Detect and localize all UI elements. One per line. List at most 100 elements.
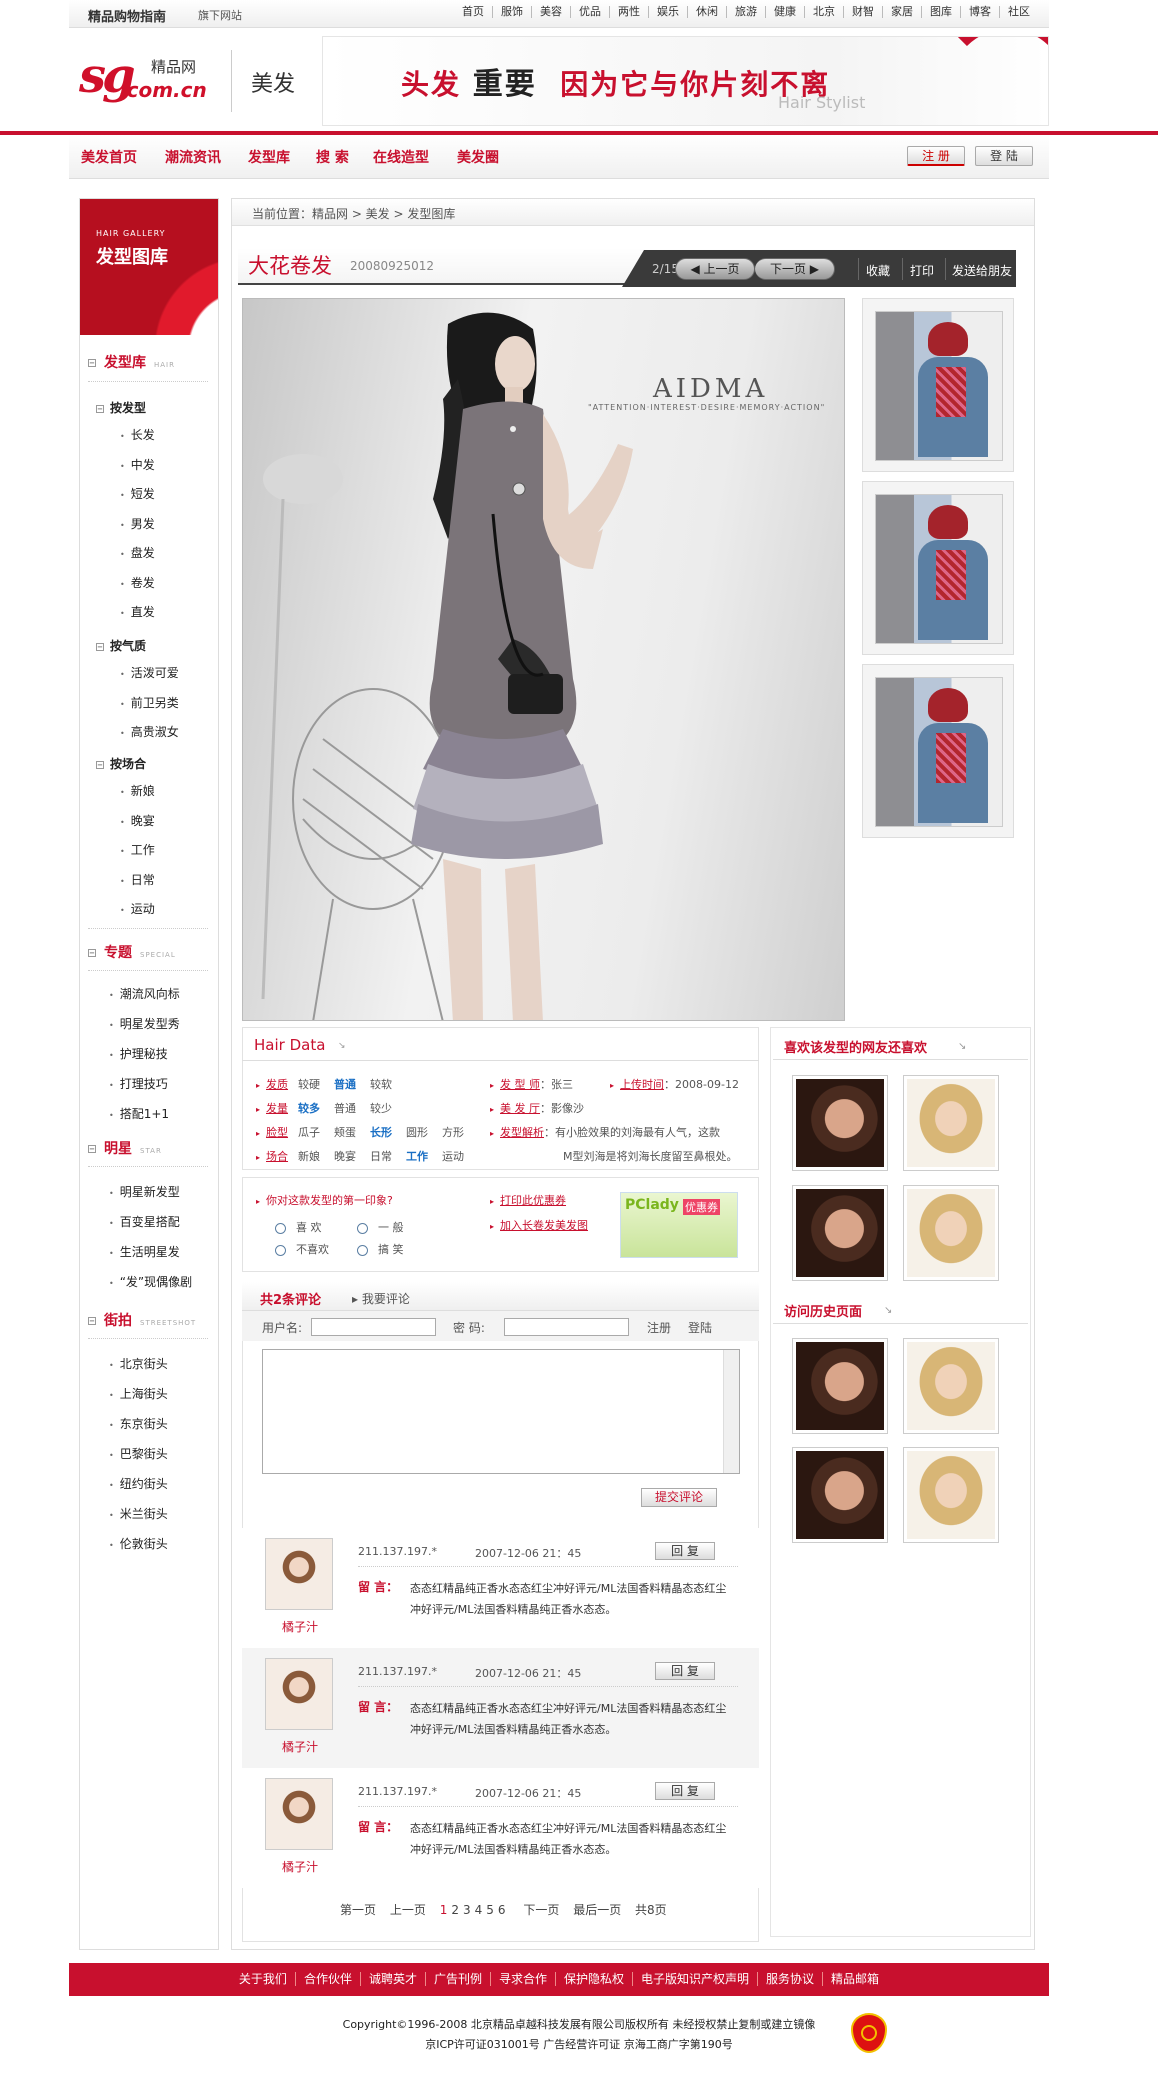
prev-page-link[interactable]: 上一页 — [390, 1903, 426, 1917]
sidebar-link[interactable]: 短发 — [120, 485, 155, 502]
collapse-icon[interactable]: − — [88, 1145, 96, 1153]
sidebar-link[interactable]: 东京街头 — [109, 1415, 168, 1432]
hair-data-option[interactable]: 普通 — [334, 1078, 356, 1091]
favorite-action[interactable]: 收藏 — [866, 262, 890, 279]
hair-data-option[interactable]: 较硬 — [298, 1078, 320, 1091]
hair-data-option[interactable]: 颊蛋 — [334, 1126, 356, 1139]
also-like-photo-4[interactable] — [903, 1185, 999, 1281]
sidebar-section-street[interactable]: − 街拍 STREETSHOT — [88, 1310, 196, 1330]
footer-link[interactable]: 电子版知识产权声明 — [632, 1972, 758, 1986]
sidebar-link[interactable]: 上海街头 — [109, 1385, 168, 1402]
hair-data-option[interactable]: 日常 — [370, 1150, 392, 1163]
write-comment-tab[interactable]: ▸ 我要评论 — [352, 1290, 410, 1307]
hair-data-key[interactable]: 场合 — [266, 1150, 288, 1163]
next-page-button[interactable]: 下一页 ▶ — [755, 258, 835, 280]
radio-button[interactable] — [357, 1222, 368, 1234]
sidebar-link[interactable]: 明星发型秀 — [109, 1015, 180, 1032]
footer-link[interactable]: 寻求合作 — [489, 1972, 555, 1986]
top-nav-item[interactable]: 两性 — [609, 6, 648, 18]
top-nav-item[interactable]: 图库 — [921, 6, 960, 18]
nav-item-online-styling[interactable]: 在线造型 — [373, 147, 429, 167]
hair-data-option[interactable]: 方形 — [442, 1126, 464, 1139]
top-nav-item[interactable]: 娱乐 — [648, 6, 687, 18]
hair-data-option[interactable]: 较软 — [370, 1078, 392, 1091]
hair-data-option[interactable]: 新娘 — [298, 1150, 320, 1163]
sidebar-link[interactable]: 北京街头 — [109, 1355, 168, 1372]
last-page-link[interactable]: 最后一页 — [573, 1903, 621, 1917]
hair-data-option[interactable]: 瓜子 — [298, 1126, 320, 1139]
brand-logo-small[interactable]: 精品购物指南 — [88, 6, 166, 25]
commenter-avatar[interactable] — [265, 1538, 333, 1610]
history-photo-1[interactable] — [792, 1338, 888, 1434]
sidebar-link[interactable]: 纽约街头 — [109, 1475, 168, 1492]
vote-option-funny[interactable]: 搞 笑 — [357, 1241, 404, 1257]
sidebar-link[interactable]: 生活明星发 — [109, 1243, 180, 1260]
hair-data-key[interactable]: 发量 — [266, 1102, 288, 1115]
nav-item-home[interactable]: 美发首页 — [81, 147, 137, 167]
top-nav-item[interactable]: 家居 — [882, 6, 921, 18]
footer-link[interactable]: 诚聘英才 — [359, 1972, 425, 1986]
sidebar-link[interactable]: 卷发 — [120, 574, 155, 591]
add-to-gallery-link[interactable]: ▸ 加入长卷发美发图 — [490, 1217, 588, 1233]
history-photo-3[interactable] — [792, 1447, 888, 1543]
sidebar-link[interactable]: “发”现偶像剧 — [109, 1273, 192, 1290]
vote-option-like[interactable]: 喜 欢 — [275, 1219, 322, 1235]
sidebar-group-style[interactable]: − 按发型 — [96, 399, 146, 416]
footer-link[interactable]: 保护隐私权 — [555, 1972, 633, 1986]
sidebar-link[interactable]: 潮流风向标 — [109, 985, 180, 1002]
sidebar-link[interactable]: 护理秘技 — [109, 1045, 168, 1062]
login-button[interactable]: 登 陆 — [975, 146, 1033, 166]
radio-button[interactable] — [275, 1222, 286, 1234]
nav-item-circle[interactable]: 美发圈 — [457, 147, 499, 167]
hair-data-option[interactable]: 较少 — [370, 1102, 392, 1115]
footer-link[interactable]: 服务协议 — [757, 1972, 823, 1986]
comment-register-link[interactable]: 注册 — [647, 1319, 671, 1336]
top-nav-item[interactable]: 美容 — [531, 6, 570, 18]
sidebar-link[interactable]: 前卫另类 — [120, 694, 179, 711]
comment-textarea[interactable] — [262, 1349, 740, 1474]
top-nav-item[interactable]: 健康 — [765, 6, 804, 18]
footer-link[interactable]: 广告刊例 — [424, 1972, 490, 1986]
collapse-icon[interactable]: − — [88, 1317, 96, 1325]
hair-data-option[interactable]: 普通 — [334, 1102, 356, 1115]
commenter-avatar[interactable] — [265, 1778, 333, 1850]
top-nav-item[interactable]: 北京 — [804, 6, 843, 18]
also-like-photo-3[interactable] — [792, 1185, 888, 1281]
register-button[interactable]: 注 册 — [907, 146, 965, 166]
top-nav-item[interactable]: 旅游 — [726, 6, 765, 18]
radio-button[interactable] — [357, 1244, 368, 1256]
page-number[interactable]: 2 — [451, 1903, 459, 1917]
footer-link[interactable]: 合作伙伴 — [294, 1972, 360, 1986]
top-nav-item[interactable]: 首页 — [454, 6, 492, 18]
print-coupon-link[interactable]: ▸ 打印此优惠券 — [490, 1192, 566, 1208]
sidebar-link[interactable]: 高贵淑女 — [120, 723, 179, 740]
page-number[interactable]: 1 — [440, 1903, 448, 1917]
top-nav-item[interactable]: 休闲 — [687, 6, 726, 18]
commenter-name[interactable]: 橘子汁 — [282, 1858, 318, 1875]
hair-data-option[interactable]: 晚宴 — [334, 1150, 356, 1163]
history-photo-2[interactable] — [903, 1338, 999, 1434]
send-to-friend-action[interactable]: 发送给朋友 — [952, 262, 1012, 279]
sidebar-section-star[interactable]: − 明星 STAR — [88, 1138, 162, 1158]
sidebar-link[interactable]: 直发 — [120, 603, 155, 620]
print-action[interactable]: 打印 — [910, 262, 934, 279]
page-number[interactable]: 4 — [475, 1903, 483, 1917]
collapse-icon[interactable]: − — [96, 760, 104, 769]
sidebar-section-hair[interactable]: − 发型库 HAIR — [88, 352, 175, 372]
hair-data-option[interactable]: 圆形 — [406, 1126, 428, 1139]
history-photo-4[interactable] — [903, 1447, 999, 1543]
sidebar-link[interactable]: 明星新发型 — [109, 1183, 180, 1200]
collapse-icon[interactable]: − — [88, 359, 96, 367]
password-input[interactable] — [504, 1318, 629, 1336]
reply-button[interactable]: 回 复 — [655, 1662, 715, 1680]
salon-key[interactable]: 美 发 厅 — [500, 1102, 540, 1115]
scrollbar[interactable] — [723, 1350, 739, 1473]
top-nav-item[interactable]: 服饰 — [492, 6, 531, 18]
radio-button[interactable] — [275, 1244, 286, 1256]
nav-item-library[interactable]: 发型库 — [248, 147, 290, 167]
thumbnail-1[interactable] — [862, 298, 1014, 472]
hair-data-option[interactable]: 较多 — [298, 1102, 320, 1115]
main-hairstyle-photo[interactable]: AIDMA "ATTENTION·INTEREST·DESIRE·MEMORY·… — [242, 298, 845, 1021]
hair-data-key[interactable]: 脸型 — [266, 1126, 288, 1139]
reply-button[interactable]: 回 复 — [655, 1782, 715, 1800]
